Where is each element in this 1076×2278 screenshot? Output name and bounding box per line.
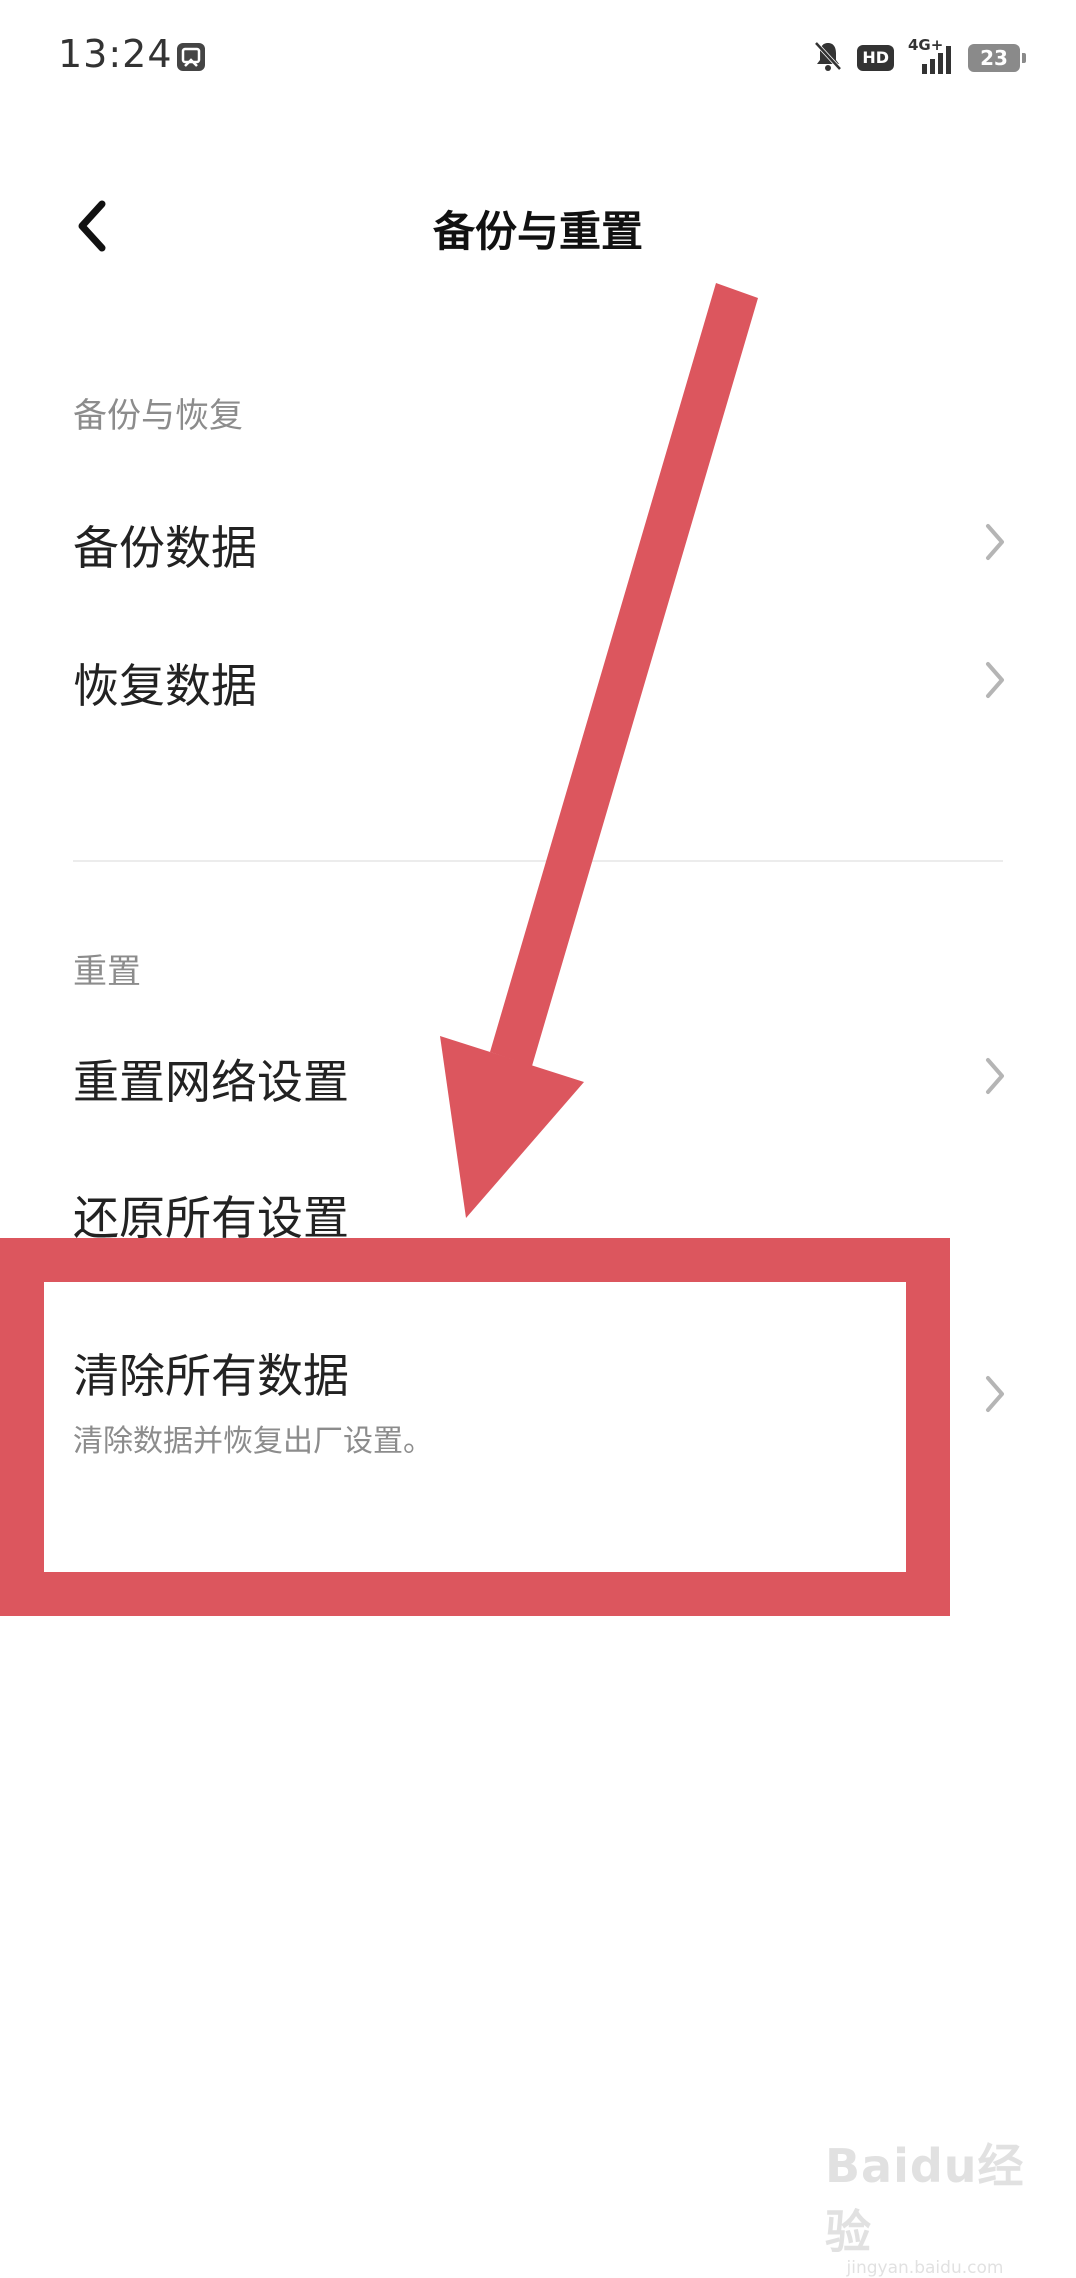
watermark-url: jingyan.baidu.com	[846, 2258, 1004, 2278]
row-restore-data[interactable]: 恢复数据	[0, 638, 1076, 738]
battery-indicator: 23	[968, 44, 1026, 72]
row-erase-all-data[interactable]: 清除所有数据 清除数据并恢复出厂设置。	[0, 1326, 1076, 1476]
row-label: 重置网络设置	[73, 1055, 349, 1109]
row-reset-network-settings[interactable]: 重置网络设置	[0, 1034, 1076, 1134]
header: 备份与重置	[0, 180, 1076, 280]
status-time: 13:24	[58, 32, 173, 76]
hd-badge: HD	[857, 45, 894, 71]
row-subtitle: 清除数据并恢复出厂设置。	[73, 1424, 433, 1459]
row-label: 清除所有数据	[73, 1349, 349, 1403]
page-title: 备份与重置	[432, 207, 643, 256]
row-restore-all-settings[interactable]: 还原所有设置	[0, 1170, 1076, 1260]
chevron-right-icon	[986, 662, 1004, 698]
mute-bell-icon	[813, 40, 843, 76]
signal-icon: 4G+	[908, 36, 954, 76]
chevron-right-icon	[986, 1376, 1004, 1412]
status-icons: HD 4G+ 23	[813, 36, 1026, 76]
watermark-logo: Baidu经验	[825, 2139, 1025, 2259]
section-label-backup: 备份与恢复	[73, 396, 243, 436]
row-label: 备份数据	[73, 521, 257, 575]
row-backup-data[interactable]: 备份数据	[0, 500, 1076, 600]
chevron-right-icon	[986, 1058, 1004, 1094]
battery-level: 23	[980, 46, 1008, 70]
section-label-reset: 重置	[73, 952, 141, 992]
section-divider	[73, 860, 1003, 862]
battery-tip	[1022, 53, 1026, 63]
gallery-notification-icon	[176, 42, 206, 72]
row-label: 还原所有设置	[73, 1191, 349, 1245]
chevron-right-icon	[986, 524, 1004, 560]
baidu-watermark: Baidu经验 jingyan.baidu.com	[825, 2130, 1025, 2278]
row-label: 恢复数据	[73, 659, 257, 713]
status-bar: 13:24 HD 4G+ 23	[0, 0, 1076, 120]
